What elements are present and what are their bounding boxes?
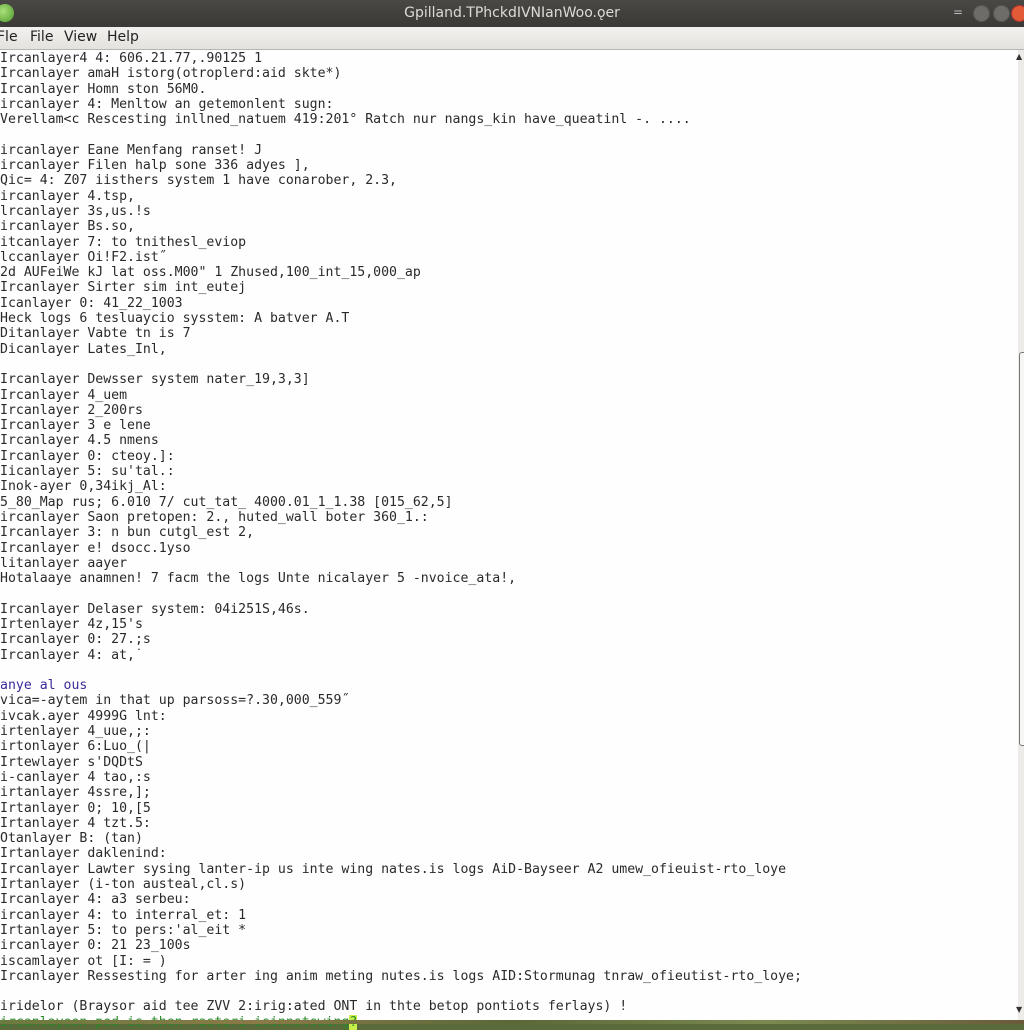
log-line: Ircanlayer e! dsocc.1yso [0,540,191,556]
log-line: Heck logs 6 tesluaycio sysstem: A batver… [0,311,350,327]
log-line: Irtewlayer s'DQDtS [0,754,143,770]
log-blank-line [0,984,802,999]
log-line: ircanlayer Bs.so, [0,219,135,235]
log-line: anye al ous [0,678,88,694]
log-line: vica=-aytem in that up parsoss=?.30,000_… [0,693,350,709]
log-line: Ircanlayer Homn ston 56M0. [0,81,207,97]
log-line: Ircanlayer 4_uem [0,387,128,403]
window-title: Gpilland.TPhckdIVNIanWoo.ǫer [404,5,620,21]
log-line: Ircanlayer 4.5 nmens [0,433,159,449]
log-line: Ircanlayer Dewsser system nater_19,3,3] [0,372,310,388]
log-line: itcanlayer 7: to tnithesl_eviop [0,234,247,250]
log-line: Irtanlayer 0; 10,[5 [0,800,151,816]
log-line: Otanlayer B: (tan) [0,831,143,847]
window-titlebar[interactable]: Gpilland.TPhckdIVNIanWoo.ǫer = [0,0,1024,28]
scroll-up-arrow-icon[interactable]: ▲ [1016,52,1022,61]
log-blank-line [0,357,802,372]
log-line: ircanlayer Eane Menfang ranset! J [0,142,263,158]
log-line: ircanlayer Saon pretopen: 2., huted_wall… [0,509,429,525]
log-line: irtonlayer 6:Luo_(| [0,739,151,755]
log-line: iridelor (Braysor aid tee ZVV 2:irig:ate… [0,999,628,1015]
log-view[interactable]: Ircanlayer4 4: 606.21.77,.90125 1 Ircanla… [0,50,1018,1030]
log-line: ircanlayer Filen halp sone 336 adyes ], [0,158,310,174]
log-line: lccanlayer Oi!F2.ist˝ [0,249,167,265]
desktop-background [0,1020,1024,1024]
log-line: Ircanlayer 4: at,˙ [0,647,143,663]
log-text: Ircanlayer4 4: 606.21.77,.90125 1 Ircanla… [0,51,802,1030]
log-line: ivcak.ayer 4999G lnt: [0,708,167,724]
log-line: Qic= 4: Z07 iisthers system 1 have conar… [0,173,397,189]
log-line: 2d AUFeiWe kJ lat oss.M00" 1 Zhused,100_… [0,265,421,281]
log-line: irtanlayer 4ssre,]; [0,785,151,801]
log-blank-line [0,586,802,601]
log-line: Irtanlayer 5: to pers:'al_eit * [0,922,247,938]
log-line: Inok-ayer 0,34ikj_Al: [0,479,167,495]
close-button[interactable] [1011,5,1024,22]
log-line: Ircanlayer4 4: 606.21.77,.90125 1 [0,51,263,66]
log-line: ircanlayer 4: to interral_et: 1 [0,907,247,923]
log-line: Icanlayer 0: 41_22_1003 [0,295,183,311]
minimize-button[interactable] [973,5,990,22]
log-line: ircanlayer 4: Menltow an getemonlent sug… [0,96,334,112]
log-line: Ircanlayer Delaser system: 04i251S,46s. [0,601,310,617]
log-line: litanlayer aayer [0,555,128,571]
log-line: irtenlayer 4_uue,;: [0,724,151,740]
log-line: Ircanlayer Lawter sysing lanter-ip us in… [0,861,787,877]
menu-help[interactable]: Help [107,29,139,45]
log-line: ircanlayer 0: 21 23_100s [0,938,191,954]
log-line: Ircanlayer Ressesting for arter ing anim… [0,968,802,984]
menu-view[interactable]: View [64,29,97,45]
window-menu-icon[interactable]: = [951,6,965,18]
log-line: Ircanlayer 0: 27.;s [0,632,151,648]
log-line: Ircanlayer 0: cteoy.]: [0,448,175,464]
log-line: lrcanlayer 3s,us.!s [0,203,151,219]
scroll-down-arrow-icon[interactable]: ▼ [1016,1005,1022,1014]
log-line: Irtanlayer daklenind: [0,846,167,862]
menubar: Fle File View Help [0,27,1024,50]
log-line: iscamlayer ot [I: = ) [0,953,167,969]
menu-fle[interactable]: Fle [0,29,18,45]
scrollbar-thumb[interactable] [1019,352,1024,746]
log-line: Ircanlayer 4: a3 serbeu: [0,892,191,908]
log-line: 5_80_Map rus; 6.010 7/ cut_tat_ 4000.01_… [0,494,453,510]
maximize-button[interactable] [993,5,1010,22]
log-line: Iicanlayer 5: su'tal.: [0,464,175,480]
log-line: Hotalaaye anamnen! 7 facm the logs Unte … [0,571,517,587]
log-line: Ircanlayer amaH istorg(otroplerd:aid skt… [0,66,342,82]
log-line: Ircanlayer Sirter sim int_eutej [0,280,247,296]
log-line: Irtenlayer 4z,15's [0,616,143,632]
log-line: Ircanlayer 3: n bun cutgl_est 2, [0,525,255,541]
log-line: Ircanlayer 2_200rs [0,402,143,418]
log-line: Irtanlayer 4 tzt.5: [0,815,151,831]
log-blank-line [0,663,802,678]
log-line: Verellam<c Rescesting inllned_natuem 419… [0,112,691,128]
log-line: Dicanlayer Lates_Inl, [0,341,167,357]
menu-file[interactable]: File [30,29,53,45]
log-line: Ircanlayer 3 e lene [0,418,151,434]
log-line: i-canlayer 4 tao,:s [0,769,151,785]
log-line: Ditanlayer Vabte tn is 7 [0,326,191,342]
log-line: ircanlayer 4.tsp, [0,188,135,204]
log-line: Irtanlayer (i-ton austeal,cl.s) [0,877,247,893]
log-blank-line [0,127,802,142]
